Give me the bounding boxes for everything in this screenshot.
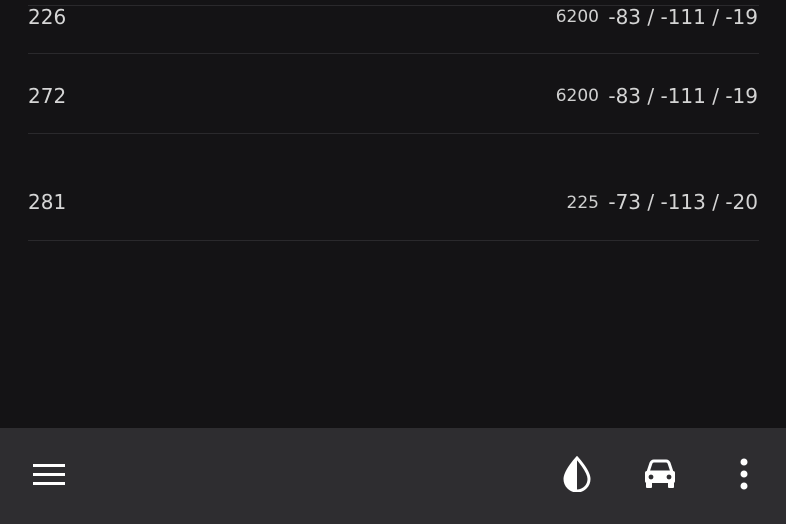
cell-list: 226 6200 -83 / -111 / -19 272 6200 -83 /… bbox=[0, 0, 786, 428]
more-options-button[interactable] bbox=[720, 450, 768, 498]
cell-id: 226 bbox=[28, 5, 67, 29]
cell-id: 272 bbox=[28, 84, 67, 108]
cell-frequency: 6200 bbox=[555, 86, 599, 106]
car-icon bbox=[645, 459, 675, 488]
app-screen: 226 6200 -83 / -111 / -19 272 6200 -83 /… bbox=[0, 0, 786, 524]
cell-frequency: 6200 bbox=[555, 7, 599, 27]
water-drop-button[interactable] bbox=[553, 450, 601, 498]
cell-signal: -73 / -113 / -20 bbox=[608, 190, 758, 214]
menu-button[interactable] bbox=[25, 450, 73, 498]
list-divider bbox=[28, 240, 759, 241]
more-vertical-icon bbox=[740, 458, 748, 490]
list-item[interactable]: 281 225 -73 / -113 / -20 bbox=[28, 134, 759, 240]
list-item[interactable]: 272 6200 -83 / -111 / -19 bbox=[28, 54, 759, 134]
cell-id: 281 bbox=[28, 190, 67, 214]
water-drop-icon bbox=[563, 456, 591, 492]
hamburger-menu-icon bbox=[33, 464, 65, 485]
car-button[interactable] bbox=[636, 450, 684, 498]
cell-frequency: 225 bbox=[566, 193, 599, 213]
list-item[interactable]: 226 6200 -83 / -111 / -19 bbox=[28, 0, 759, 53]
bottom-app-bar bbox=[0, 428, 786, 524]
cell-signal: -83 / -111 / -19 bbox=[608, 5, 758, 29]
cell-signal: -83 / -111 / -19 bbox=[608, 84, 758, 108]
